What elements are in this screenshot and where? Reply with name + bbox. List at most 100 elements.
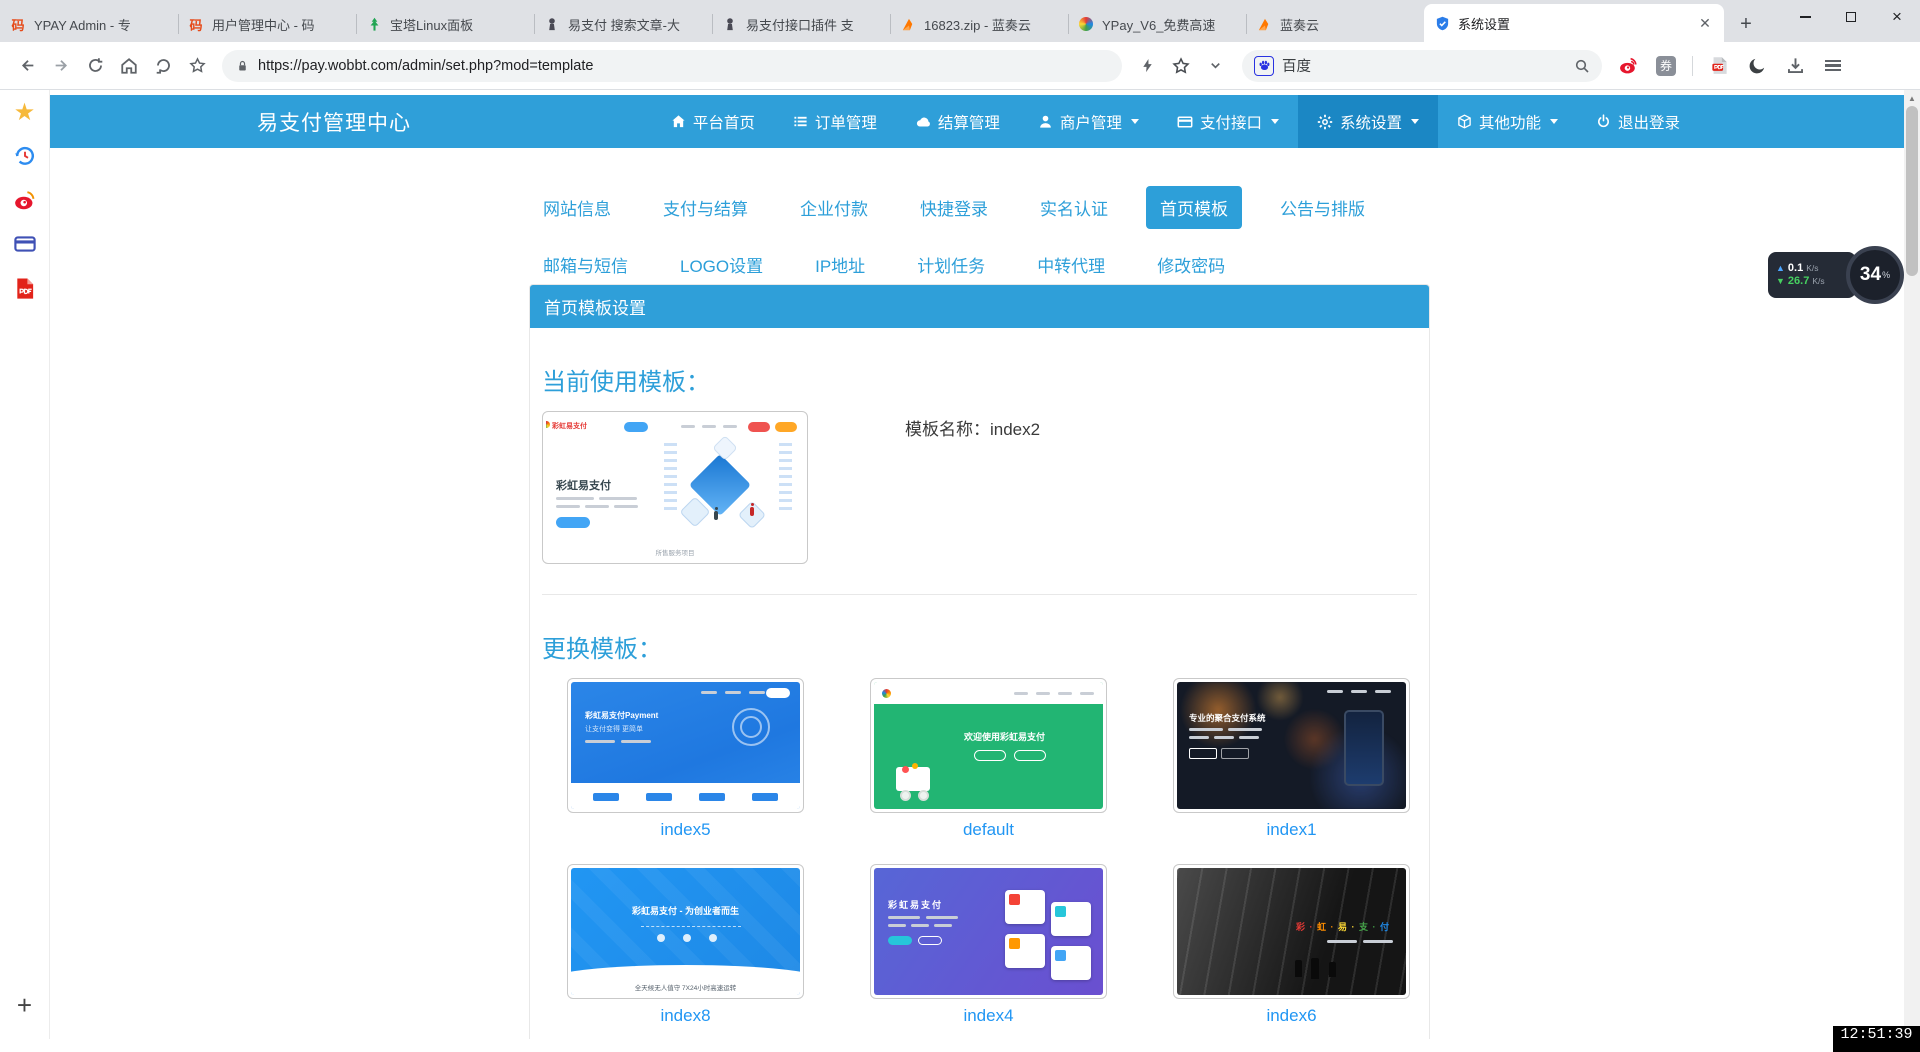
browser-tab[interactable]: 宝塔Linux面板 xyxy=(356,6,534,42)
rail-add-icon[interactable]: + xyxy=(0,990,49,1021)
maximize-button[interactable] xyxy=(1828,0,1874,34)
browser-tab[interactable]: 码用户管理中心 - 码 xyxy=(178,6,356,42)
settings-tab[interactable]: 首页模板 xyxy=(1146,186,1242,229)
pdf-extension-icon[interactable] xyxy=(1707,54,1731,78)
settings-tab[interactable]: 实名认证 xyxy=(1026,186,1122,229)
scrollbar-thumb[interactable] xyxy=(1906,106,1918,276)
weibo-rail-icon[interactable] xyxy=(0,178,49,222)
tab-title: YPAY Admin - 专 xyxy=(34,15,168,34)
card-rail-icon[interactable] xyxy=(0,222,49,266)
template-card[interactable]: 欢迎使用彩虹易支付 xyxy=(870,678,1107,813)
nav-item-gear[interactable]: 系统设置 xyxy=(1298,95,1438,148)
nav-item-label: 订单管理 xyxy=(815,111,877,133)
page-star-button[interactable] xyxy=(1164,49,1198,83)
home-button[interactable] xyxy=(112,49,146,83)
pdf-rail-icon[interactable] xyxy=(0,266,49,310)
nav-item-cloud[interactable]: 结算管理 xyxy=(896,95,1019,148)
bookmark-star-button[interactable] xyxy=(180,49,214,83)
chevron-down-icon[interactable] xyxy=(1198,49,1232,83)
settings-tab[interactable]: 计划任务 xyxy=(903,243,999,286)
browser-tab[interactable]: 易支付接口插件 支 xyxy=(712,6,890,42)
template-cell: 欢迎使用彩虹易支付 default xyxy=(870,678,1107,840)
nav-item-list[interactable]: 订单管理 xyxy=(774,95,896,148)
yipay-favicon xyxy=(545,17,559,31)
network-speed-widget[interactable]: ▲0.1K/s ▼26.7K/s xyxy=(1768,252,1856,298)
dark-mode-moon-icon[interactable] xyxy=(1745,54,1769,78)
address-bar[interactable]: https://pay.wobbt.com/admin/set.php?mod=… xyxy=(222,50,1122,82)
browser-tab[interactable]: 易支付 搜索文章-大 xyxy=(534,6,712,42)
settings-tab[interactable]: 网站信息 xyxy=(529,186,625,229)
settings-tab[interactable]: 快捷登录 xyxy=(906,186,1002,229)
reload-button[interactable] xyxy=(78,49,112,83)
template-label[interactable]: index8 xyxy=(567,1006,804,1026)
back-button[interactable] xyxy=(10,49,44,83)
download-speed: 26.7 xyxy=(1788,275,1809,288)
search-icon[interactable] xyxy=(1574,58,1590,74)
clock-overlay: 12:51:39 xyxy=(1833,1026,1920,1052)
minimize-button[interactable] xyxy=(1782,0,1828,34)
download-icon[interactable] xyxy=(1783,54,1807,78)
browser-tab[interactable]: 码 YPAY Admin - 专 xyxy=(0,6,178,42)
settings-tab[interactable]: 公告与排版 xyxy=(1266,186,1379,229)
settings-tab[interactable]: 邮箱与短信 xyxy=(529,243,642,286)
change-template-heading: 更换模板： xyxy=(542,629,1417,664)
download-arrow-icon: ▼ xyxy=(1776,275,1785,288)
template-label[interactable]: index1 xyxy=(1173,820,1410,840)
nav-item-cube[interactable]: 其他功能 xyxy=(1438,95,1577,148)
browser-menu-icon[interactable] xyxy=(1821,54,1845,78)
tab-title: 宝塔Linux面板 xyxy=(390,15,524,34)
settings-tab[interactable]: LOGO设置 xyxy=(666,243,777,286)
settings-tab[interactable]: 修改密码 xyxy=(1143,243,1239,286)
template-card[interactable]: 彩虹易支付 xyxy=(870,864,1107,999)
settings-tab[interactable]: 支付与结算 xyxy=(649,186,762,229)
weibo-extension-icon[interactable] xyxy=(1616,54,1640,78)
tab-title: 蓝奏云 xyxy=(1280,15,1414,34)
template-card[interactable]: 彩虹易支付 - 为创业者而生全天候无人值守 7X24小时高速运转 xyxy=(567,864,804,999)
scroll-up-arrow[interactable]: ▲ xyxy=(1904,90,1920,106)
template-label[interactable]: default xyxy=(870,820,1107,840)
favorites-star-icon[interactable]: ★ xyxy=(0,90,49,134)
nav-item-label: 商户管理 xyxy=(1060,111,1122,133)
template-card[interactable]: 彩虹易支付Payment让支付变得 更简单 xyxy=(567,678,804,813)
settings-tab[interactable]: 企业付款 xyxy=(786,186,882,229)
window-close-button[interactable]: × xyxy=(1874,0,1920,34)
forward-button[interactable] xyxy=(44,49,78,83)
coupon-extension-icon[interactable]: 券 xyxy=(1654,54,1678,78)
nav-item-user[interactable]: 商户管理 xyxy=(1019,95,1158,148)
browser-tab[interactable]: YPay_V6_免费高速 xyxy=(1068,6,1246,42)
scrollbar[interactable]: ▲ ▼ xyxy=(1904,90,1920,1039)
template-card[interactable]: 专业的聚合支付系统 xyxy=(1173,678,1410,813)
user-icon xyxy=(1038,114,1053,129)
panel-title: 首页模板设置 xyxy=(530,285,1429,328)
ma-favicon: 码 xyxy=(11,15,24,34)
settings-tab[interactable]: 中转代理 xyxy=(1023,243,1119,286)
nav-item-home[interactable]: 平台首页 xyxy=(652,95,774,148)
template-label[interactable]: index6 xyxy=(1173,1006,1410,1026)
template-label[interactable]: index4 xyxy=(870,1006,1107,1026)
quick-search-box[interactable]: 百度 xyxy=(1242,50,1602,82)
template-label[interactable]: index5 xyxy=(567,820,804,840)
nav-item-card[interactable]: 支付接口 xyxy=(1158,95,1298,148)
template-card[interactable]: 彩 · 虹 · 易 · 支 · 付 xyxy=(1173,864,1410,999)
template-panel: 首页模板设置 当前使用模板： 彩虹易支付彩虹易支付所售服务项目 模板名称：ind… xyxy=(529,284,1430,1039)
bookmark-side-rail: ★ + xyxy=(0,90,50,1039)
memory-usage-widget[interactable]: 34% xyxy=(1846,246,1904,304)
restore-history-button[interactable] xyxy=(146,49,180,83)
tab-close-icon[interactable]: ✕ xyxy=(1696,14,1714,32)
shield-favicon xyxy=(1435,16,1450,31)
tab-title: 用户管理中心 - 码 xyxy=(212,15,346,34)
browser-tab[interactable]: 蓝奏云 xyxy=(1246,6,1424,42)
lightning-icon[interactable] xyxy=(1130,49,1164,83)
home-icon xyxy=(671,114,686,129)
browser-tab[interactable]: 16823.zip - 蓝奏云 xyxy=(890,6,1068,42)
nav-item-label: 支付接口 xyxy=(1200,111,1262,133)
settings-tab[interactable]: IP地址 xyxy=(801,243,879,286)
history-icon[interactable] xyxy=(0,134,49,178)
section-divider xyxy=(542,594,1417,595)
browser-tab[interactable]: 系统设置✕ xyxy=(1424,4,1724,42)
ypay-favicon xyxy=(1079,17,1093,31)
template-cell: 彩虹易支付Payment让支付变得 更简单 index5 xyxy=(567,678,804,840)
nav-item-power[interactable]: 退出登录 xyxy=(1577,95,1699,148)
new-tab-button[interactable]: + xyxy=(1732,10,1760,38)
lanzou-favicon xyxy=(1257,17,1272,32)
